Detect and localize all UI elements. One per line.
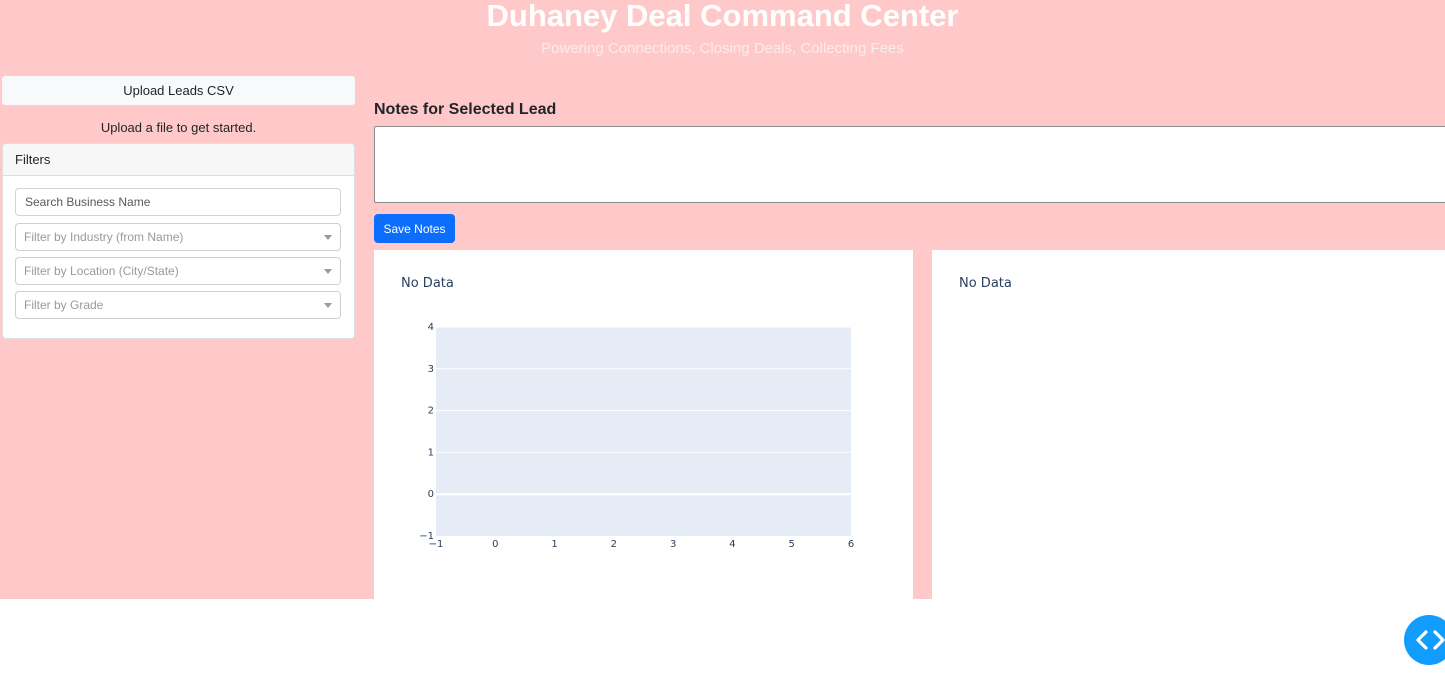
x-tick-label: 1 [551,539,557,550]
notes-label: Notes for Selected Lead [374,101,557,118]
y-tick-label: 4 [428,322,434,333]
upload-status-text: Upload a file to get started. [100,120,257,135]
notes-textarea[interactable] [374,126,1445,203]
x-tick-label: 6 [848,539,854,550]
location-filter-dropdown[interactable]: Filter by Location (City/State) [15,257,341,285]
empty-chart: −101234−1 0 1 2 3 4 5 6 [419,322,854,550]
chart-panel-right: No Data [932,250,1445,599]
save-notes-button[interactable]: Save Notes [374,214,455,243]
app-container: Duhaney Deal Command Center Powering Con… [0,0,1445,599]
x-tick-label: 2 [611,539,617,550]
x-tick-label: 4 [729,539,735,550]
y-tick-label: 3 [428,364,434,375]
x-tick-label: 5 [789,539,795,550]
grade-filter-dropdown[interactable]: Filter by Grade [15,291,341,319]
chevron-down-icon [324,269,332,274]
search-business-input[interactable] [15,188,341,216]
grade-filter-placeholder: Filter by Grade [24,298,104,312]
page-subtitle: Powering Connections, Closing Deals, Col… [541,40,904,57]
upload-leads-button[interactable]: Upload Leads CSV [2,76,355,105]
chevron-down-icon [324,235,332,240]
industry-filter-placeholder: Filter by Industry (from Name) [24,230,184,244]
chart-panel-left: No Data −1 0 1 2 3 4 −1 0 1 2 3 4 5 6 [374,250,913,599]
industry-filter-dropdown[interactable]: Filter by Industry (from Name) [15,223,341,251]
code-chevrons-icon [1416,630,1445,650]
plot-area [436,327,851,536]
x-tick-label: −1 [429,539,444,550]
chevron-down-icon [324,303,332,308]
y-tick-label: 2 [428,406,434,417]
y-tick-label: 1 [428,447,434,458]
devtools-toggle-button[interactable] [1404,615,1445,665]
x-tick-label: 3 [670,539,676,550]
filters-card: Filters Filter by Industry (from Name) F… [2,143,355,339]
y-tick-label: 0 [428,489,434,500]
page-title: Duhaney Deal Command Center [486,0,959,33]
x-tick-label: 0 [492,539,498,550]
filters-header: Filters [3,144,354,176]
chart-title: No Data [959,276,1012,291]
location-filter-placeholder: Filter by Location (City/State) [24,264,179,278]
